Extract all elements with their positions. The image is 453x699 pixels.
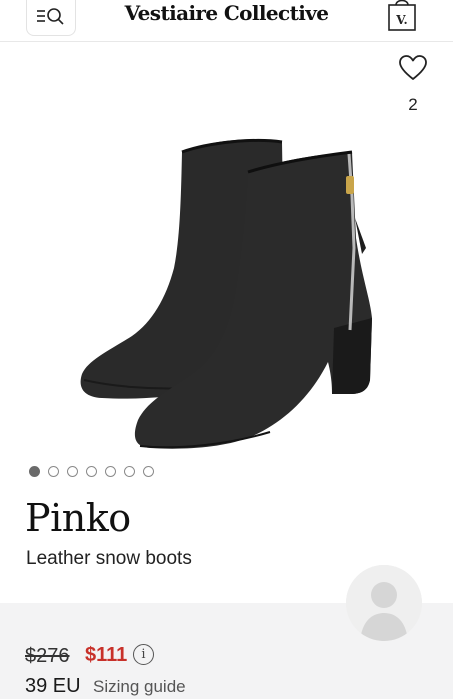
top-header: Vestiaire Collective V.: [0, 0, 453, 42]
bag-letter: V.: [395, 13, 407, 27]
carousel-dot[interactable]: [143, 466, 154, 477]
heart-icon[interactable]: [398, 54, 428, 82]
product-name: Leather snow boots: [26, 548, 192, 569]
carousel-dot[interactable]: [67, 466, 78, 477]
carousel-dot[interactable]: [86, 466, 97, 477]
seller-avatar[interactable]: [346, 565, 422, 641]
size-value: 39 EU: [25, 675, 81, 697]
shopping-bag-icon[interactable]: V.: [385, 0, 419, 32]
carousel-dot[interactable]: [105, 466, 116, 477]
product-image[interactable]: [70, 118, 390, 458]
sizing-guide-link[interactable]: Sizing guide: [93, 677, 186, 697]
product-brand[interactable]: Pinko: [25, 496, 131, 540]
carousel-dot[interactable]: [29, 466, 40, 477]
info-icon[interactable]: i: [133, 644, 154, 665]
carousel-dot[interactable]: [124, 466, 135, 477]
favorite-count: 2: [408, 95, 418, 114]
image-carousel-dots: [29, 466, 154, 477]
original-price: $276: [25, 645, 70, 667]
user-avatar-placeholder: [346, 565, 422, 641]
carousel-dot[interactable]: [48, 466, 59, 477]
sale-price: $111: [85, 644, 128, 666]
